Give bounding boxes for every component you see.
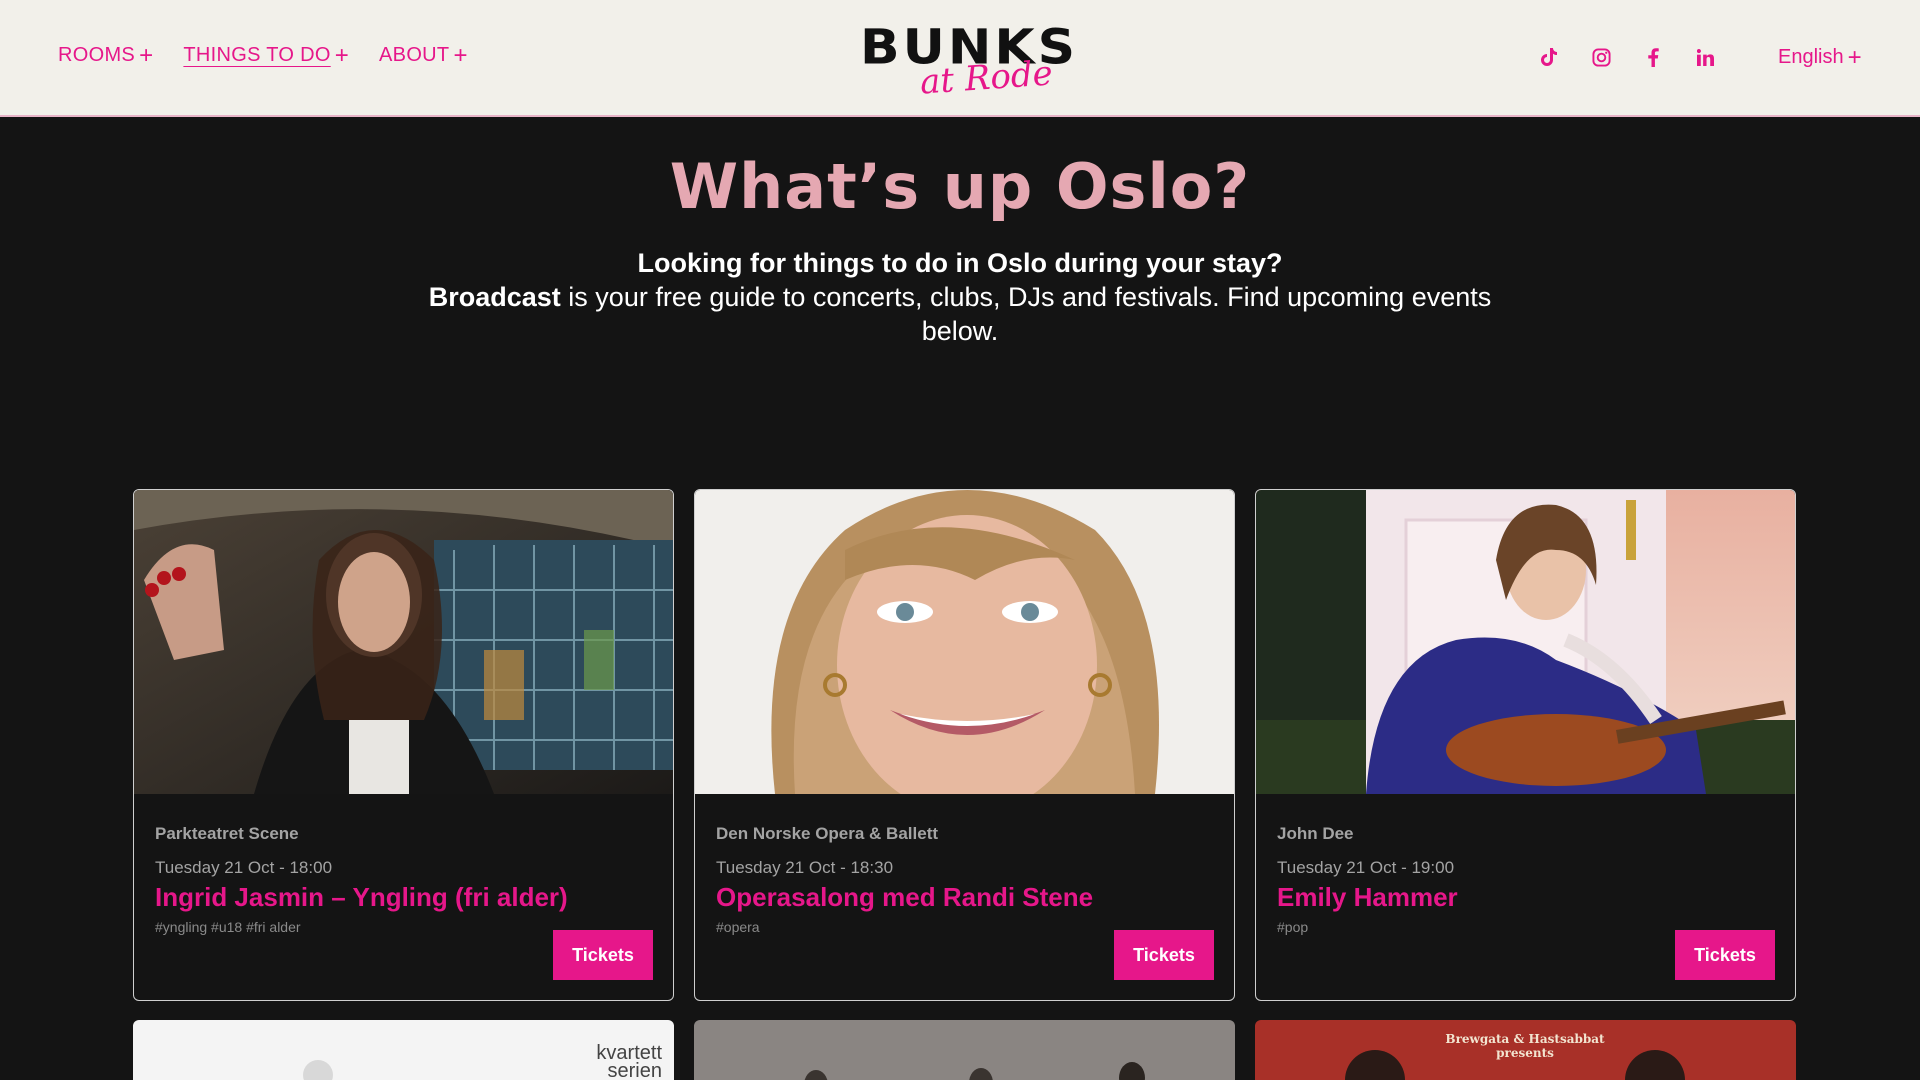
nav-rooms-label: ROOMS	[58, 44, 136, 66]
event-image-text: Brewgata & Hastsabbat presents	[1445, 1032, 1605, 1060]
event-card[interactable]: Brewgata & Hastsabbat presents	[1255, 1020, 1796, 1080]
plus-icon: +	[453, 41, 468, 69]
event-image	[1625, 1050, 1685, 1080]
event-image-text: kvartett serien	[596, 1042, 662, 1080]
nav-about-label: ABOUT	[379, 44, 450, 66]
tickets-button[interactable]: Tickets	[1675, 930, 1775, 980]
event-image	[1119, 1062, 1145, 1080]
language-selector[interactable]: English +	[1778, 43, 1862, 71]
event-image	[303, 1060, 333, 1080]
instagram-icon[interactable]	[1590, 46, 1612, 68]
event-tags: #yngling #u18 #fri alder	[155, 919, 301, 935]
event-title[interactable]: Operasalong med Randi Stene	[716, 882, 1093, 913]
site-header: ROOMS + THINGS TO DO + ABOUT + BUNKS at …	[0, 0, 1920, 117]
event-tags: #opera	[716, 919, 760, 935]
event-card[interactable]: Den Norske Opera & Ballett Tuesday 21 Oc…	[694, 489, 1235, 1001]
social-links	[1538, 46, 1716, 68]
event-image	[1345, 1050, 1405, 1080]
event-date: Tuesday 21 Oct - 18:30	[716, 858, 894, 877]
broadcast-link[interactable]: Broadcast	[429, 282, 561, 312]
main-nav: ROOMS + THINGS TO DO + ABOUT +	[58, 41, 468, 69]
event-details: Parkteatret Scene Tuesday 21 Oct - 18:00…	[134, 794, 673, 1000]
event-card[interactable]: kvartett serien	[133, 1020, 674, 1080]
tickets-button[interactable]: Tickets	[553, 930, 653, 980]
event-card[interactable]	[694, 1020, 1235, 1080]
tickets-button[interactable]: Tickets	[1114, 930, 1214, 980]
event-image	[1256, 490, 1795, 794]
facebook-icon[interactable]	[1642, 46, 1664, 68]
event-details: Den Norske Opera & Ballett Tuesday 21 Oc…	[695, 794, 1234, 1000]
event-image	[695, 490, 1234, 794]
site-logo[interactable]: BUNKS at Rode	[860, 16, 1075, 102]
event-date: Tuesday 21 Oct - 19:00	[1277, 858, 1455, 877]
event-image	[134, 490, 673, 794]
hero-intro: Looking for things to do in Oslo during …	[420, 246, 1500, 348]
event-venue[interactable]: Parkteatret Scene	[155, 824, 299, 844]
event-venue[interactable]: Den Norske Opera & Ballett	[716, 824, 938, 844]
hero-line-1: Looking for things to do in Oslo during …	[637, 248, 1283, 278]
linkedin-icon[interactable]	[1694, 46, 1716, 68]
page-title: What’s up Oslo?	[669, 150, 1251, 223]
event-image	[969, 1068, 993, 1080]
hero-line-2: Broadcast is your free guide to concerts…	[420, 280, 1500, 348]
event-card[interactable]: John Dee Tuesday 21 Oct - 19:00 Emily Ha…	[1255, 489, 1796, 1001]
event-date: Tuesday 21 Oct - 18:00	[155, 858, 333, 877]
event-details: John Dee Tuesday 21 Oct - 19:00 Emily Ha…	[1256, 794, 1795, 1000]
event-title[interactable]: Ingrid Jasmin – Yngling (fri alder)	[155, 882, 568, 913]
nav-things-to-do-label: THINGS TO DO	[183, 44, 331, 66]
hero-line-2-text: is your free guide to concerts, clubs, D…	[560, 282, 1492, 346]
nav-things-to-do[interactable]: THINGS TO DO +	[183, 41, 350, 69]
nav-rooms[interactable]: ROOMS +	[58, 41, 154, 69]
event-venue[interactable]: John Dee	[1277, 824, 1354, 844]
event-image	[804, 1070, 828, 1080]
plus-icon: +	[1847, 43, 1862, 71]
language-label: English	[1778, 46, 1844, 68]
event-title[interactable]: Emily Hammer	[1277, 882, 1458, 913]
event-card[interactable]: Parkteatret Scene Tuesday 21 Oct - 18:00…	[133, 489, 674, 1001]
tiktok-icon[interactable]	[1538, 46, 1560, 68]
logo-sub-text: at Rode	[918, 53, 1054, 103]
plus-icon: +	[139, 41, 154, 69]
event-tags: #pop	[1277, 919, 1309, 935]
nav-about[interactable]: ABOUT +	[379, 41, 468, 69]
plus-icon: +	[334, 41, 350, 69]
